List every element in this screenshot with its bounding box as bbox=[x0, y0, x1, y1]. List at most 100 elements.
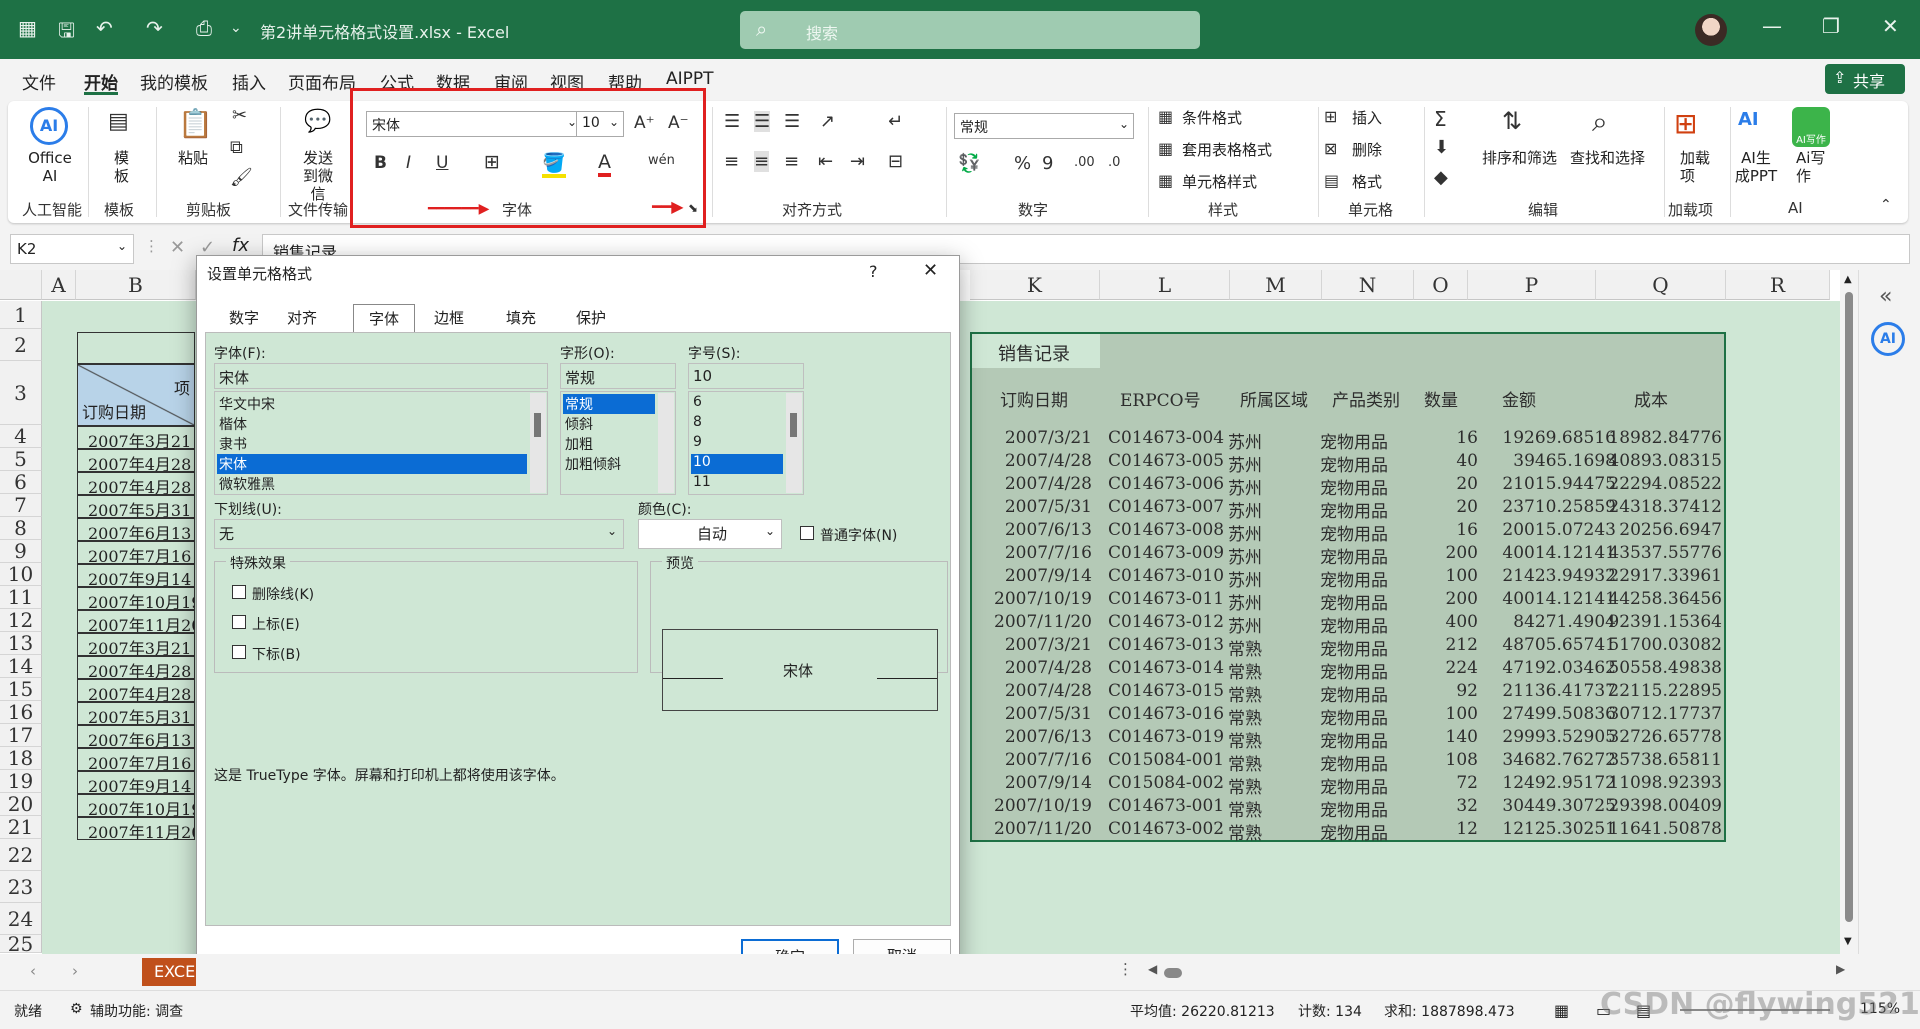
menu-my-templates[interactable]: 我的模板 bbox=[140, 69, 208, 94]
row-header[interactable]: 1 bbox=[0, 301, 42, 329]
close-icon[interactable]: ✕ bbox=[923, 260, 938, 281]
table-cell[interactable]: 32 bbox=[1456, 796, 1478, 816]
list-item[interactable]: 加粗 bbox=[563, 434, 655, 454]
table-cell[interactable]: 30449.30725 bbox=[1502, 796, 1616, 816]
size-list-scrollbar[interactable] bbox=[786, 393, 802, 493]
table-cell[interactable]: 2007/3/21 bbox=[980, 635, 1092, 655]
table-cell[interactable]: 22917.33961 bbox=[1608, 566, 1722, 586]
table-cell[interactable]: 2007/10/19 bbox=[980, 589, 1092, 609]
list-item[interactable]: 微软雅黑 bbox=[217, 474, 527, 494]
row-header[interactable]: 16 bbox=[0, 701, 42, 724]
scroll-thumb[interactable] bbox=[534, 413, 541, 437]
table-cell[interactable]: 宠物用品 bbox=[1320, 773, 1388, 798]
table-cell[interactable]: 20256.6947 bbox=[1619, 520, 1722, 540]
table-row[interactable]: 2007年5月31日 bbox=[77, 495, 195, 518]
list-item[interactable]: 宋体 bbox=[217, 454, 527, 474]
table-cell[interactable]: 2007/4/28 bbox=[980, 474, 1092, 494]
cancel-edit-icon[interactable]: ✕ bbox=[170, 237, 185, 258]
scroll-down-icon[interactable]: ▼ bbox=[1844, 936, 1852, 947]
table-cell[interactable]: 2007/7/16 bbox=[980, 750, 1092, 770]
fill-icon[interactable]: ⬇ bbox=[1434, 137, 1449, 158]
table-cell[interactable]: 苏州 bbox=[1228, 428, 1262, 453]
row-header[interactable]: 14 bbox=[0, 655, 42, 678]
column-header[interactable]: R bbox=[1726, 270, 1830, 300]
menu-file[interactable]: 文件 bbox=[22, 69, 56, 94]
table-cell[interactable]: 29398.00409 bbox=[1608, 796, 1722, 816]
table-row[interactable]: 2007年10月19 bbox=[77, 794, 195, 817]
normal-font-checkbox[interactable] bbox=[800, 526, 814, 540]
table-cell[interactable]: 常熟 bbox=[1228, 773, 1262, 798]
table-cell[interactable]: C015084-002 bbox=[1108, 773, 1224, 793]
tab-alignment[interactable]: 对齐 bbox=[273, 304, 331, 332]
table-row[interactable]: 2007年6月13日 bbox=[77, 725, 195, 748]
prev-sheet-icon[interactable]: ‹ bbox=[30, 962, 36, 980]
table-cell[interactable]: C014673-011 bbox=[1108, 589, 1224, 609]
table-cell[interactable]: C014673-012 bbox=[1108, 612, 1224, 632]
table-cell[interactable]: 40893.08315 bbox=[1608, 451, 1722, 471]
insert-cells-button[interactable]: 插入 bbox=[1352, 109, 1382, 127]
clear-icon[interactable]: ◆ bbox=[1434, 167, 1448, 188]
table-cell[interactable]: 92391.15364 bbox=[1608, 612, 1722, 632]
table-row[interactable]: 2007年4月28日 bbox=[77, 679, 195, 702]
table-cell[interactable]: 常熟 bbox=[1228, 819, 1262, 844]
table-row[interactable]: 2007年9月14日 bbox=[77, 564, 195, 587]
cell-style-button[interactable]: 单元格样式 bbox=[1182, 173, 1257, 191]
table-cell[interactable]: 12 bbox=[1456, 819, 1478, 839]
name-box[interactable]: K2 ⌄ bbox=[10, 234, 134, 264]
row-header[interactable]: 20 bbox=[0, 793, 42, 816]
send-wechat-button[interactable]: 发送到微信 bbox=[296, 149, 340, 203]
column-header[interactable]: N bbox=[1322, 270, 1414, 300]
list-item[interactable]: 10 bbox=[691, 454, 783, 474]
sheet-tab[interactable]: EXCE bbox=[142, 958, 196, 986]
vertical-scrollbar[interactable]: ▲ ▼ bbox=[1840, 270, 1858, 954]
table-cell[interactable]: 18982.84776 bbox=[1608, 428, 1722, 448]
table-cell[interactable]: 27499.50836 bbox=[1502, 704, 1616, 724]
list-item[interactable]: 9 bbox=[691, 434, 783, 454]
align-middle-icon[interactable]: ☰ bbox=[754, 111, 771, 132]
wrap-text-icon[interactable]: ↵ bbox=[888, 111, 903, 132]
table-cell[interactable]: 宠物用品 bbox=[1320, 635, 1388, 660]
table-cell[interactable]: 2007/11/20 bbox=[980, 612, 1092, 632]
scroll-right-icon[interactable]: ▶ bbox=[1836, 962, 1845, 976]
number-format-combo[interactable]: 常规 ⌄ bbox=[954, 113, 1134, 139]
share-button[interactable]: ⇪ 共享 bbox=[1825, 64, 1905, 94]
table-cell[interactable]: 宠物用品 bbox=[1320, 658, 1388, 683]
table-cell[interactable]: 2007/6/13 bbox=[980, 727, 1092, 747]
table-cell[interactable]: 2007/4/28 bbox=[980, 451, 1092, 471]
collapse-panel-icon[interactable]: « bbox=[1879, 284, 1892, 309]
font-list[interactable]: 华文中宋楷体隶书宋体微软雅黑微软雅黑 Light bbox=[214, 391, 548, 495]
column-header[interactable]: B bbox=[76, 270, 196, 300]
table-cell[interactable]: 34682.76272 bbox=[1502, 750, 1616, 770]
column-header[interactable]: K bbox=[970, 270, 1100, 300]
row-header[interactable]: 25 bbox=[0, 934, 42, 954]
find-select-button[interactable]: 查找和选择 bbox=[1570, 149, 1645, 167]
format-cells-button[interactable]: 格式 bbox=[1352, 173, 1382, 191]
comma-style-icon[interactable]: 9 bbox=[1042, 153, 1053, 174]
increase-indent-icon[interactable]: ⇥ bbox=[850, 151, 865, 172]
table-cell[interactable]: 2007/9/14 bbox=[980, 566, 1092, 586]
table-cell[interactable]: C014673-009 bbox=[1108, 543, 1224, 563]
table-cell[interactable]: 11098.92393 bbox=[1608, 773, 1722, 793]
table-cell[interactable]: 12125.30251 bbox=[1502, 819, 1616, 839]
table-cell[interactable]: C014673-005 bbox=[1108, 451, 1224, 471]
menu-aippt[interactable]: AIPPT bbox=[666, 69, 714, 89]
table-cell[interactable]: 2007/10/19 bbox=[980, 796, 1092, 816]
office-ai-button[interactable]: Office AI bbox=[28, 149, 72, 185]
tab-border[interactable]: 边框 bbox=[419, 304, 479, 332]
table-cell[interactable]: 常熟 bbox=[1228, 635, 1262, 660]
scroll-thumb[interactable] bbox=[1845, 292, 1853, 922]
table-cell[interactable]: 40 bbox=[1456, 451, 1478, 471]
list-item[interactable]: 11 bbox=[691, 474, 783, 494]
tab-font[interactable]: 字体 bbox=[353, 304, 415, 332]
diagonal-header-cell[interactable]: 项 订购日期 bbox=[77, 364, 195, 426]
list-item[interactable]: 6 bbox=[691, 394, 783, 414]
list-item[interactable]: 微软雅黑 Light bbox=[217, 494, 527, 495]
sort-filter-button[interactable]: 排序和筛选 bbox=[1482, 149, 1557, 167]
table-cell[interactable]: 2007/3/21 bbox=[980, 428, 1092, 448]
table-cell[interactable]: 44258.36456 bbox=[1608, 589, 1722, 609]
table-cell[interactable]: 11641.50878 bbox=[1608, 819, 1722, 839]
accounting-format-icon[interactable]: 💱 bbox=[958, 153, 980, 174]
function-icon[interactable]: fx bbox=[232, 235, 249, 256]
table-row[interactable]: 2007年7月16日 bbox=[77, 541, 195, 564]
style-list[interactable]: 常规 倾斜 加粗 加粗倾斜 bbox=[560, 391, 676, 495]
